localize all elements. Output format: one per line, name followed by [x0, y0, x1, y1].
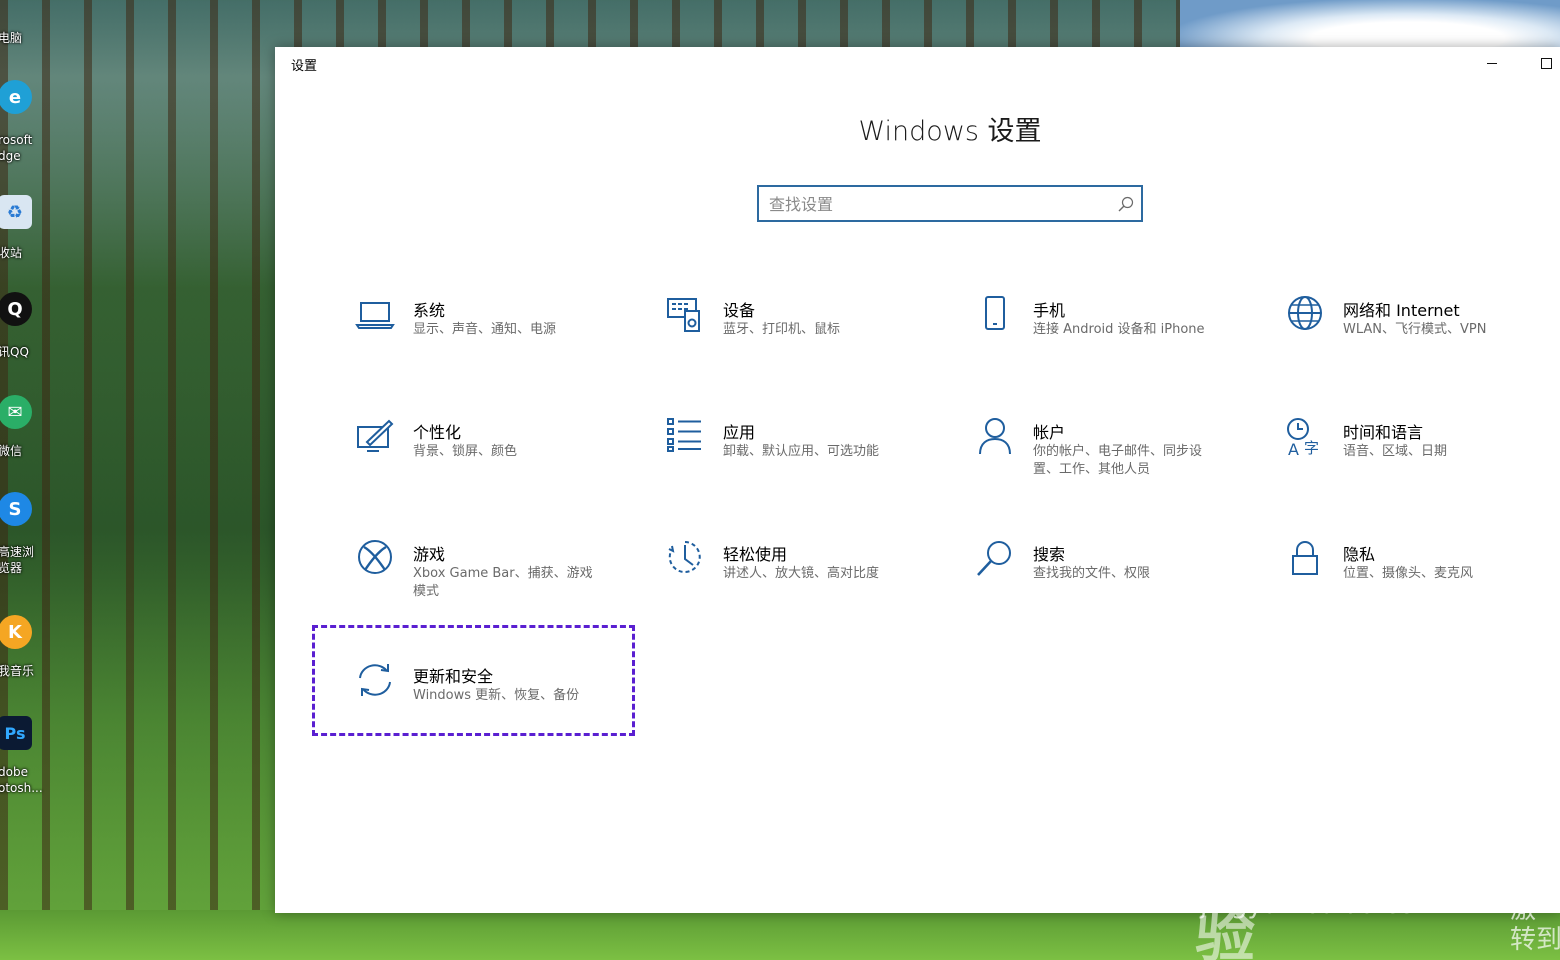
tile-title: 帐户 [1033, 423, 1066, 442]
baidu-watermark: Bai du 经验 [1195, 814, 1506, 960]
tile-title: 游戏 [413, 545, 446, 564]
tile-title: 隐私 [1343, 545, 1376, 564]
maximize-button[interactable] [1523, 47, 1560, 79]
edge-icon: e [0, 80, 32, 114]
tile-title: 设备 [723, 301, 756, 320]
tile-system[interactable]: 系统 显示、声音、通知、电源 [355, 295, 655, 385]
tile-accounts[interactable]: 帐户 你的帐户、电子邮件、同步设置、工作、其他人员 [975, 417, 1275, 507]
desktop-icon-kuwo-music[interactable]: K 我音乐 [0, 615, 60, 679]
tile-privacy[interactable]: 隐私 位置、摄像头、麦克风 [1285, 539, 1560, 629]
tile-time-language[interactable]: A字 时间和语言 语音、区域、日期 [1285, 417, 1560, 507]
desktop-icon-label: rosoft dge [0, 133, 33, 163]
apps-list-icon [665, 417, 705, 457]
desktop-icon-wechat[interactable]: ✉ 微信 [0, 395, 60, 459]
tile-title: 网络和 Internet [1343, 301, 1460, 320]
tile-gaming[interactable]: 游戏 Xbox Game Bar、捕获、游戏模式 [355, 539, 655, 629]
photoshop-icon: Ps [0, 716, 32, 750]
xbox-icon [355, 539, 395, 579]
title-bar[interactable]: 设置 [275, 47, 1560, 79]
tile-description: 蓝牙、打印机、鼠标 [723, 322, 841, 337]
phone-icon [975, 295, 1015, 335]
minimize-button[interactable] [1469, 47, 1515, 79]
tile-description: 卸载、默认应用、可选功能 [723, 444, 880, 459]
tile-description: 你的帐户、电子邮件、同步设置、工作、其他人员 [1033, 444, 1203, 477]
settings-window: 设置 Windows 设置 系统 显示、声音、通知、电源 设备 蓝牙、打印机、鼠… [275, 47, 1560, 913]
desktop-icon-edge[interactable]: e rosoft dge [0, 80, 60, 164]
highlight-box [312, 625, 635, 736]
search-icon [975, 539, 1015, 579]
search-input[interactable] [769, 192, 1099, 216]
svg-text:字: 字 [1304, 439, 1319, 457]
search-box[interactable] [757, 185, 1143, 222]
baidu-watermark-url: jingyan.baidu.com [1200, 890, 1440, 920]
tile-ease-of-access[interactable]: 轻松使用 讲述人、放大镜、高对比度 [665, 539, 965, 629]
search-magnifier-icon[interactable] [1117, 195, 1135, 213]
laptop-icon [355, 295, 395, 335]
tile-description: WLAN、飞行模式、VPN [1343, 322, 1487, 337]
desktop-icon-label: 我音乐 [0, 664, 35, 678]
desktop-icon-label: 电脑 [0, 31, 23, 45]
tile-description: 语音、区域、日期 [1343, 444, 1448, 459]
kuwo-music-icon: K [0, 615, 32, 649]
desktop-icon-photoshop[interactable]: Ps dobe otosh... [0, 716, 60, 796]
sogou-browser-icon: S [0, 492, 32, 526]
wallpaper-clouds [1180, 0, 1560, 48]
tile-description: 位置、摄像头、麦克风 [1343, 566, 1474, 581]
desktop-icon-label: 高速浏 览器 [0, 545, 35, 575]
tile-network[interactable]: 网络和 Internet WLAN、飞行模式、VPN [1285, 295, 1560, 385]
desktop-icon-label: dobe otosh... [0, 765, 43, 795]
desktop-icon-qq[interactable]: Q 讯QQ [0, 292, 60, 360]
qq-penguin-icon: Q [0, 292, 32, 326]
desktop-icon-recycle-bin[interactable]: ♻ 收站 [0, 195, 60, 261]
tile-description: 显示、声音、通知、电源 [413, 322, 557, 337]
desktop-icons: 电脑 e rosoft dge ♻ 收站 Q 讯QQ ✉ 微信 S 高速浏 览器… [0, 0, 60, 800]
tile-phone[interactable]: 手机 连接 Android 设备和 iPhone [975, 295, 1275, 385]
tile-devices[interactable]: 设备 蓝牙、打印机、鼠标 [665, 295, 965, 385]
desktop-icon-label: 微信 [0, 444, 23, 458]
tile-title: 应用 [723, 423, 756, 442]
ease-of-access-icon [665, 539, 705, 579]
tile-description: 连接 Android 设备和 iPhone [1033, 322, 1205, 337]
tile-title: 时间和语言 [1343, 423, 1424, 442]
devices-icon [665, 295, 705, 335]
desktop-icon-label: 收站 [0, 246, 23, 260]
maximize-icon [1540, 57, 1552, 69]
tile-title: 系统 [413, 301, 446, 320]
recycle-bin-icon: ♻ [0, 195, 32, 229]
tile-description: 背景、锁屏、颜色 [413, 444, 518, 459]
desktop-icon-browser[interactable]: S 高速浏 览器 [0, 492, 60, 576]
time-language-icon: A字 [1285, 417, 1325, 459]
page-title: Windows 设置 [858, 116, 1042, 147]
activate-windows-text: 激 转到 [1510, 895, 1560, 955]
tile-title: 轻松使用 [723, 545, 788, 564]
tile-description: 查找我的文件、权限 [1033, 566, 1151, 581]
tile-description: Xbox Game Bar、捕获、游戏模式 [413, 566, 593, 599]
personalization-icon [355, 417, 395, 457]
tile-apps[interactable]: 应用 卸载、默认应用、可选功能 [665, 417, 965, 507]
tile-description: 讲述人、放大镜、高对比度 [723, 566, 880, 581]
tile-title: 个性化 [413, 423, 462, 442]
window-title: 设置 [291, 59, 318, 74]
desktop-icon-label: 讯QQ [0, 345, 29, 359]
wechat-icon: ✉ [0, 395, 32, 429]
globe-icon [1285, 295, 1325, 335]
lock-icon [1285, 539, 1325, 579]
tile-search[interactable]: 搜索 查找我的文件、权限 [975, 539, 1275, 629]
desktop-icon-computer[interactable]: 电脑 [0, 0, 60, 46]
tile-personalization[interactable]: 个性化 背景、锁屏、颜色 [355, 417, 655, 507]
tile-title: 手机 [1033, 301, 1066, 320]
svg-text:A: A [1288, 440, 1299, 457]
tile-title: 搜索 [1033, 545, 1066, 564]
minimize-icon [1487, 62, 1497, 64]
person-icon [975, 417, 1015, 457]
